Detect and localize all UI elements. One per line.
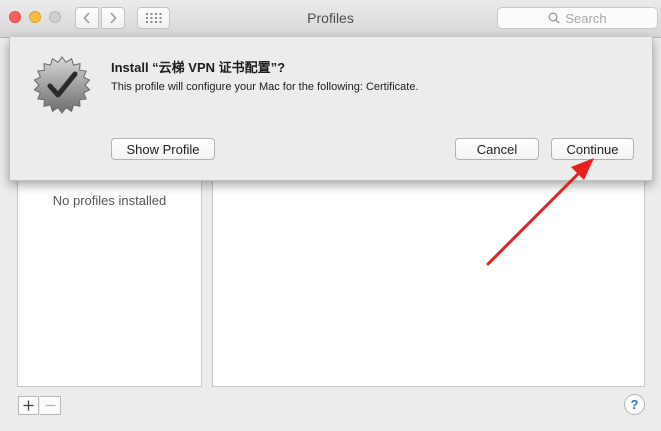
show-profile-button[interactable]: Show Profile [111, 138, 215, 160]
remove-profile-button[interactable] [40, 396, 61, 415]
dialog-title: Install “云梯 VPN 证书配置”? [111, 60, 286, 75]
checkmark-badge-icon [33, 56, 91, 114]
empty-list-message: No profiles installed [52, 193, 167, 208]
install-profile-sheet: Install “云梯 VPN 证书配置”? This profile will… [9, 37, 653, 181]
continue-button[interactable]: Continue [551, 138, 634, 160]
search-placeholder: Search [565, 10, 607, 26]
add-profile-button[interactable] [18, 396, 39, 415]
search-icon [548, 12, 560, 24]
dialog-description: This profile will configure your Mac for… [111, 81, 419, 93]
plus-icon [23, 400, 34, 411]
search-field[interactable]: Search [497, 7, 658, 29]
title-bar: Profiles Search [0, 0, 661, 38]
cancel-button[interactable]: Cancel [455, 138, 539, 160]
minus-icon [45, 404, 55, 407]
help-button[interactable]: ? [624, 394, 645, 415]
